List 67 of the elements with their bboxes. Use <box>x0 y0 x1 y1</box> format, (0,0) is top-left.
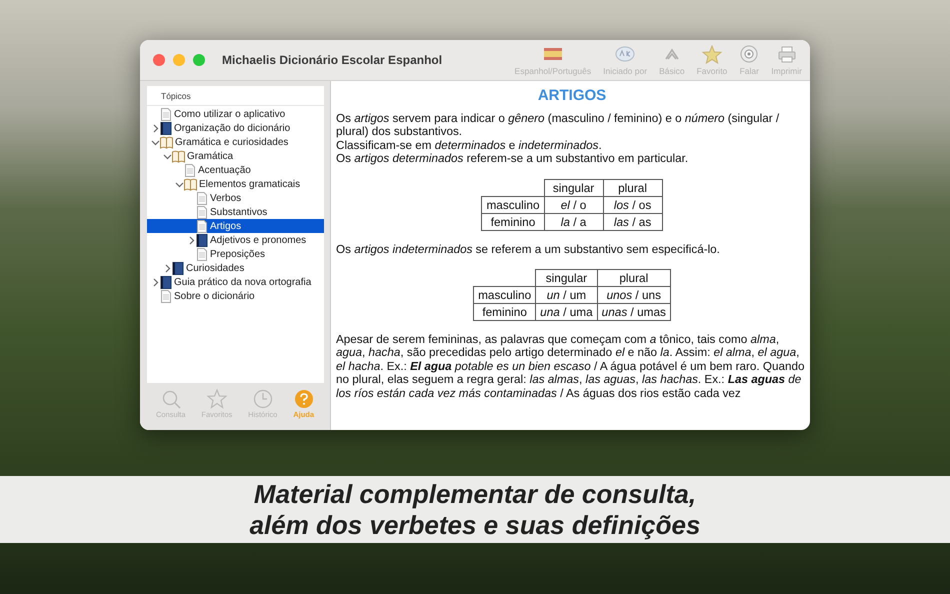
table-cell: un / um <box>536 286 598 304</box>
paragraph-text: Os artigos servem para indicar o gênero (masculino / feminino) e o número (singular / plural) dos substantivos. <box>336 112 780 139</box>
zoom-button[interactable] <box>193 54 205 66</box>
help-icon <box>294 389 314 409</box>
minimize-button[interactable] <box>173 54 185 66</box>
table-cell: la / a <box>544 213 604 230</box>
tree-item[interactable]: Verbos <box>147 191 324 205</box>
book-icon <box>160 122 172 134</box>
close-button[interactable] <box>153 54 165 66</box>
document-icon <box>196 192 208 204</box>
tree-item[interactable]: Organização do dicionário <box>147 121 324 135</box>
table-cell: feminino <box>474 304 536 321</box>
tree-item[interactable]: Acentuação <box>147 163 324 177</box>
paragraph-text: Os artigos indeterminados se referem a um substantivo sem especificá-lo. <box>336 242 721 256</box>
table-cell: las / as <box>603 213 662 230</box>
caption-text: além dos verbetes e suas definições <box>250 510 700 540</box>
printer-icon <box>776 44 797 64</box>
disclosure-chevron-icon <box>175 180 184 188</box>
tree-item[interactable]: Adjetivos e pronomes <box>147 233 324 247</box>
column-header: Tópicos <box>147 86 324 106</box>
disclosure-chevron-icon <box>187 236 196 244</box>
tree-item[interactable]: Curiosidades <box>147 261 324 275</box>
search-icon <box>160 389 181 409</box>
tree-item[interactable]: Gramática e curiosidades <box>147 135 324 149</box>
speaker-icon <box>739 44 760 64</box>
column-header: singular <box>544 179 604 196</box>
tree-item[interactable]: Substantivos <box>147 205 324 219</box>
table-cell: el / o <box>544 196 604 214</box>
speech-bubble-icon <box>615 44 636 64</box>
document-icon <box>196 220 208 232</box>
paragraph-text: Apesar de serem femininas, as palavras que começam com a tônico, tais como alma, agua, hacha, são precedidas pelo artigo determinado el e não la. Assim: el alma, el agua, el hacha. Ex.: El agua potable es un bien escaso / A água potável é um bem raro. Quando no plural, elas seguem a regra geral: las almas, las aguas, las hachas. Ex.: Las aguas de los ríos están cada vez más contaminadas / As águas dos rios estão cada vez <box>336 333 806 400</box>
paragraph-text: Classificam-se em determinados e indeterminados. <box>336 138 603 152</box>
tree-item[interactable]: Gramática <box>147 149 324 163</box>
tree-item[interactable]: Elementos gramaticais <box>147 177 324 191</box>
tree-item[interactable]: Preposições <box>147 247 324 261</box>
star-icon <box>702 44 722 64</box>
book-icon <box>160 276 172 288</box>
paragraph-text: Os artigos determinados referem-se a um substantivo em particular. <box>336 152 690 166</box>
table-cell: los / os <box>603 196 662 214</box>
open-book-icon <box>160 136 173 148</box>
table-cell: unas / umas <box>597 304 670 321</box>
window-title: Michaelis Dicionário Escolar Espanhol <box>222 53 442 67</box>
table-cell: una / uma <box>536 304 598 321</box>
document-icon <box>184 164 196 176</box>
book-icon <box>172 262 184 274</box>
open-book-icon <box>184 178 197 190</box>
tree-item[interactable]: Artigos <box>147 219 324 233</box>
open-book-icon <box>172 150 185 162</box>
table-cell: masculino <box>474 286 536 304</box>
article-title: ARTIGOS <box>536 87 608 104</box>
document-icon <box>196 248 208 260</box>
caption-text: Material complementar de consulta, <box>254 478 696 510</box>
document-icon <box>160 108 172 120</box>
book-icon <box>196 234 208 246</box>
tree-item[interactable]: Sobre o dicionário <box>147 289 324 303</box>
table-cell: unos / uns <box>597 286 670 304</box>
clock-icon <box>252 389 273 409</box>
document-icon <box>160 290 172 302</box>
column-header: plural <box>603 179 662 196</box>
document-icon <box>196 206 208 218</box>
column-header: singular <box>536 270 598 287</box>
table-cell: masculino <box>482 196 544 214</box>
tree-item[interactable]: Guia prático da nova ortografia <box>147 275 324 289</box>
star-icon <box>206 389 227 409</box>
tree-item[interactable]: Como utilizar o aplicativo <box>147 107 324 121</box>
column-header: plural <box>597 270 670 287</box>
table-cell: feminino <box>482 213 544 230</box>
